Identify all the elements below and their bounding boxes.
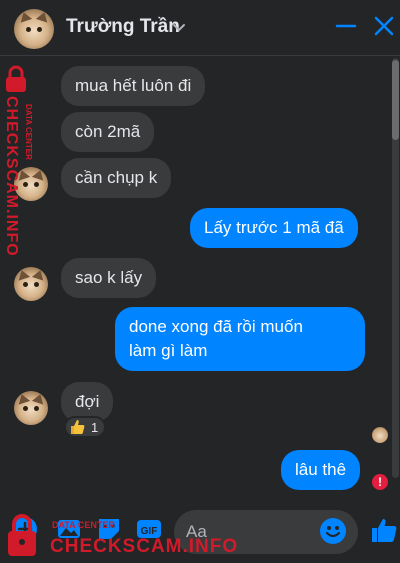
- emoji-icon[interactable]: [320, 518, 346, 544]
- lock-icon: [8, 514, 36, 556]
- message-bubble[interactable]: done xong đã rồi muốn làm gì làm: [115, 307, 365, 371]
- chevron-down-icon[interactable]: [172, 20, 186, 34]
- message-bubble[interactable]: còn 2mã: [61, 112, 155, 152]
- message-bubble[interactable]: Lấy trước 1 mã đã: [190, 208, 358, 248]
- message-line: làm gì làm: [129, 341, 208, 360]
- message-bubble[interactable]: mua hết luôn đi: [61, 66, 206, 106]
- error-icon[interactable]: !: [372, 474, 388, 490]
- reaction-count: 1: [91, 419, 99, 435]
- contact-avatar[interactable]: [14, 9, 54, 49]
- watermark-text: CHECKSCAM.INFO: [50, 536, 239, 557]
- message-bubble[interactable]: cần chụp k: [61, 158, 172, 198]
- watermark-small-text: DATA CENTER: [52, 520, 115, 530]
- minimize-icon[interactable]: [334, 14, 358, 38]
- sender-avatar: [14, 267, 48, 301]
- scrollbar-thumb[interactable]: [392, 60, 399, 140]
- watermark-text: CHECKSCAM.INFO: [3, 96, 20, 257]
- message-bubble[interactable]: sao k lấy: [61, 258, 157, 298]
- close-icon[interactable]: [372, 14, 396, 38]
- chat-header: Trường Trần: [0, 0, 400, 56]
- seen-avatar: [372, 427, 388, 443]
- thumbs-up-icon: [71, 420, 85, 434]
- sender-avatar: [14, 391, 48, 425]
- contact-name[interactable]: Trường Trần: [66, 16, 180, 38]
- lock-icon: [6, 65, 26, 92]
- reaction-badge[interactable]: 1: [64, 416, 106, 438]
- like-icon[interactable]: [370, 516, 398, 544]
- message-bubble[interactable]: lâu thê: [281, 450, 361, 490]
- watermark-small-text: DATA CENTER: [24, 104, 33, 160]
- message-line: done xong đã rồi muốn: [129, 317, 303, 336]
